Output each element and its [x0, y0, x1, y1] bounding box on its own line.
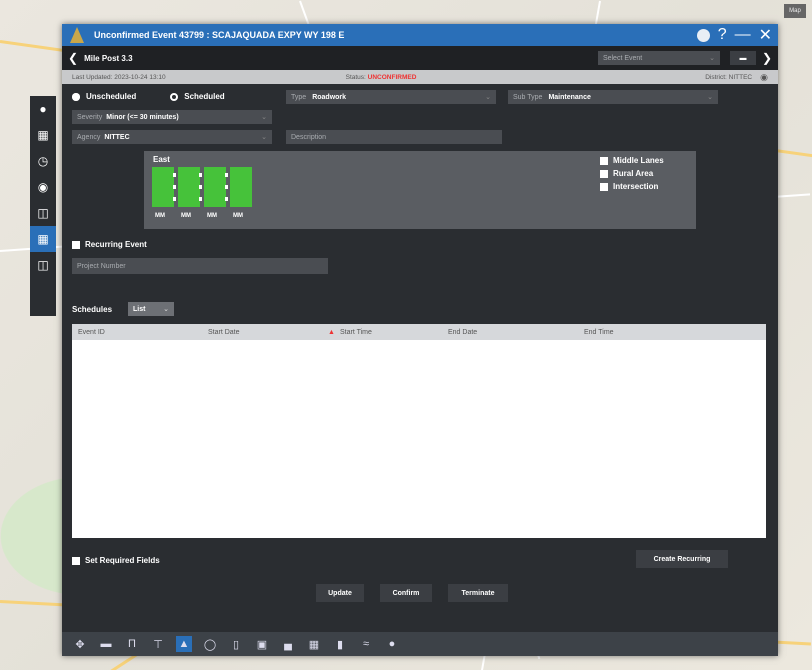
document-icon[interactable]: ◫ [30, 200, 56, 226]
type-dropdown[interactable]: Type Roadwork ⌄ [286, 90, 496, 104]
grid-icon[interactable]: ▦ [306, 636, 322, 652]
truck-icon[interactable]: ▄ [280, 636, 296, 652]
table-header: Event ID Start Date ▲ Start Time End Dat… [72, 324, 766, 340]
unscheduled-label: Unscheduled [86, 92, 137, 101]
weather-icon[interactable]: ≈ [358, 636, 374, 652]
select-event-dropdown[interactable]: Select Event ⌄ [597, 51, 720, 65]
cone-logo-icon [70, 27, 84, 43]
map-control[interactable]: Map [784, 4, 806, 18]
minimize-icon[interactable]: — [735, 26, 751, 44]
event-dialog: Unconfirmed Event 43799 : SCAJAQUADA EXP… [62, 24, 778, 656]
update-button[interactable]: Update [316, 584, 364, 602]
chart-icon[interactable]: ▮ [332, 636, 348, 652]
sub-bar: ❮ Mile Post 3.3 Select Event ⌄ ▬ ❯ [62, 46, 778, 70]
traffic-light-icon[interactable]: ▯ [228, 636, 244, 652]
location-pin-icon[interactable]: ● [30, 96, 56, 122]
schedules-table: Event ID Start Date ▲ Start Time End Dat… [72, 324, 766, 538]
schedules-label: Schedules [72, 304, 113, 314]
sign-icon[interactable]: ⊤ [150, 636, 166, 652]
eye-icon[interactable]: ◉ [760, 72, 768, 83]
status-value: UNCONFIRMED [367, 73, 417, 81]
lane-4[interactable] [230, 167, 252, 207]
intersection-label: Intersection [613, 182, 659, 191]
lane-label: MM [155, 213, 165, 219]
col-start-time[interactable]: Start Time [340, 329, 372, 336]
forward-chevron-icon[interactable]: ❯ [762, 51, 772, 65]
bottom-toolbar: ✥ ▬ Π ⊤ ▲ ◯ ▯ ▣ ▄ ▦ ▮ ≈ ● [62, 632, 778, 656]
col-start-date[interactable]: Start Date [208, 329, 240, 336]
scheduled-label: Scheduled [184, 92, 225, 101]
terminate-button[interactable]: Terminate [448, 584, 508, 602]
dot-icon[interactable]: ● [384, 636, 400, 652]
lane-panel: East MM MM MM MM Middle Lanes Rural Area… [144, 151, 696, 229]
crosshair-icon[interactable]: ✥ [72, 636, 88, 652]
lane-label: MM [181, 213, 191, 219]
rural-area-label: Rural Area [613, 169, 654, 178]
clock-icon[interactable]: ◷ [30, 148, 56, 174]
scheduled-radio[interactable] [170, 92, 179, 101]
sort-arrow-icon[interactable]: ▲ [328, 329, 335, 336]
lane-3[interactable] [204, 167, 228, 207]
help-icon[interactable]: ? [718, 26, 727, 44]
middle-lanes-label: Middle Lanes [613, 156, 664, 165]
dialog-title: Unconfirmed Event 43799 : SCAJAQUADA EXP… [94, 30, 345, 40]
agency-dropdown[interactable]: Agency NITTEC ⌄ [72, 130, 272, 144]
subtype-dropdown[interactable]: Sub Type Maintenance ⌄ [508, 90, 718, 104]
recurring-event-label: Recurring Event [85, 240, 147, 249]
side-rail: ● ▦ ◷ ◉ ◫ ▦ ◫ [30, 96, 56, 316]
minus-road-icon[interactable]: ▬ [98, 636, 114, 652]
file-icon[interactable]: ◫ [30, 252, 56, 278]
back-chevron-icon[interactable]: ❮ [68, 51, 78, 65]
severity-dropdown[interactable]: Severity Minor (<= 30 minutes) ⌄ [72, 110, 272, 124]
lane-2[interactable] [178, 167, 202, 207]
unscheduled-radio[interactable] [72, 92, 80, 101]
info-icon[interactable]: ◉ [30, 174, 56, 200]
recurring-event-checkbox[interactable] [72, 240, 80, 249]
calendar-icon[interactable]: ▦ [30, 226, 56, 252]
col-end-time[interactable]: End Time [584, 329, 614, 336]
mile-post: Mile Post 3.3 [84, 53, 133, 63]
status-text: Status: UNCONFIRMED [345, 73, 417, 81]
last-updated: Last Updated: 2023-10-24 13:10 [72, 73, 166, 81]
col-end-date[interactable]: End Date [448, 329, 477, 336]
lane-label: MM [233, 213, 243, 219]
confirm-button[interactable]: Confirm [380, 584, 432, 602]
lane-1[interactable] [152, 167, 176, 207]
barrier-icon[interactable]: Π [124, 636, 140, 652]
middle-lanes-checkbox[interactable] [600, 156, 608, 165]
intersection-checkbox[interactable] [600, 182, 608, 191]
title-bar: Unconfirmed Event 43799 : SCAJAQUADA EXP… [62, 24, 778, 46]
create-recurring-button[interactable]: Create Recurring [636, 550, 728, 568]
direction-label: East [153, 155, 170, 164]
lane-label: MM [207, 213, 217, 219]
set-required-checkbox[interactable] [72, 556, 80, 565]
checklist-icon[interactable]: ▦ [30, 122, 56, 148]
form-body: Unscheduled Scheduled Type Roadwork ⌄ Sub … [62, 84, 778, 656]
chevron-down-icon: ⌄ [709, 55, 715, 62]
project-number-input[interactable]: Project Number [72, 258, 328, 274]
globe-icon[interactable] [696, 28, 710, 42]
rural-area-checkbox[interactable] [600, 169, 608, 178]
cone-icon[interactable]: ▲ [176, 636, 192, 652]
status-bar: Last Updated: 2023-10-24 13:10 Status: U… [62, 70, 778, 84]
district-text: District: NITTEC [705, 73, 753, 81]
set-required-label: Set Required Fields [85, 556, 160, 565]
close-icon[interactable]: ✕ [759, 25, 772, 45]
camera-button[interactable]: ▬ [729, 51, 756, 65]
speed-icon[interactable]: ◯ [202, 636, 218, 652]
list-dropdown[interactable]: List ⌄ [128, 302, 175, 316]
col-event-id[interactable]: Event ID [78, 329, 105, 336]
car-icon[interactable]: ▣ [254, 636, 270, 652]
description-input[interactable]: Description [286, 130, 502, 144]
